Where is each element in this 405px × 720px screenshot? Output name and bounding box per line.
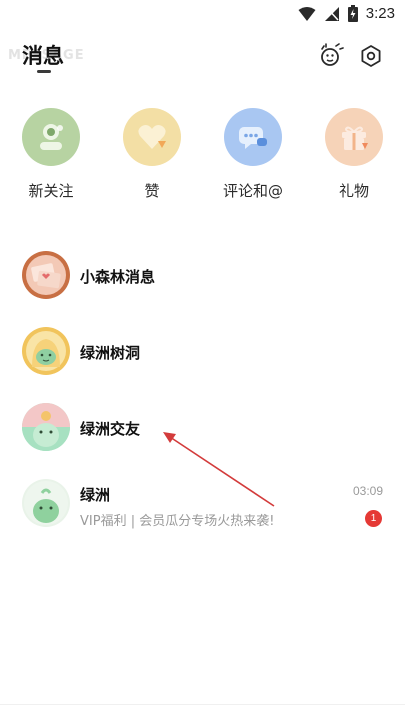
message-title: 小森林消息: [80, 268, 156, 286]
status-bar: 3:23: [0, 0, 405, 30]
heart-icon: [123, 108, 181, 166]
signal-icon: [324, 6, 339, 21]
quick-action-gifts[interactable]: 礼物: [309, 108, 399, 201]
list-item-forest-messages[interactable]: 小森林消息: [0, 242, 405, 318]
quick-action-label: 新关注: [28, 182, 74, 200]
list-item-oasis-dating[interactable]: 绿洲交友: [0, 394, 405, 470]
fun-button[interactable]: [317, 42, 345, 70]
gear-icon: [361, 45, 381, 67]
fun-icon: [321, 43, 344, 66]
quick-actions: 新关注 赞 评论和@ 礼物: [0, 108, 405, 208]
message-title: 绿洲交友: [80, 420, 141, 438]
message-list: 小森林消息 绿洲树洞 绿洲交友 绿洲 VIP福利 | 会员瓜分专场火热来袭! 0…: [0, 242, 405, 546]
oasis-treehole-avatar: [22, 327, 70, 375]
list-item-oasis-treehole[interactable]: 绿洲树洞: [0, 318, 405, 394]
comment-icon: [224, 108, 282, 166]
message-title: 绿洲: [80, 486, 111, 504]
battery-icon: [347, 5, 358, 22]
message-preview: VIP福利 | 会员瓜分专场火热来袭!: [80, 514, 275, 529]
wifi-icon: [298, 6, 316, 21]
quick-action-new-follower[interactable]: 新关注: [6, 108, 96, 201]
settings-button[interactable]: [357, 42, 385, 70]
message-time: 03:09: [352, 484, 383, 498]
forest-messages-avatar: [22, 251, 70, 299]
quick-action-label: 评论和@: [222, 182, 283, 200]
status-time: 3:23: [365, 5, 395, 22]
bottom-navigation-edge: [0, 704, 405, 720]
quick-action-comments[interactable]: 评论和@: [208, 108, 298, 201]
header: MESSAGE 消息: [0, 36, 405, 80]
page-title: 消息: [22, 44, 64, 68]
list-item-oasis[interactable]: 绿洲 VIP福利 | 会员瓜分专场火热来袭! 03:09 1: [0, 470, 405, 546]
status-icons: 3:23: [298, 5, 395, 22]
message-title: 绿洲树洞: [80, 344, 141, 362]
gift-icon: [325, 108, 383, 166]
oasis-avatar: [22, 479, 70, 527]
new-follower-icon: [22, 108, 80, 166]
unread-badge: 1: [365, 510, 382, 527]
quick-action-likes[interactable]: 赞: [107, 108, 197, 201]
oasis-dating-avatar: [22, 403, 70, 451]
title-underline: [37, 70, 51, 73]
quick-action-label: 赞: [144, 182, 160, 200]
quick-action-label: 礼物: [338, 182, 369, 200]
